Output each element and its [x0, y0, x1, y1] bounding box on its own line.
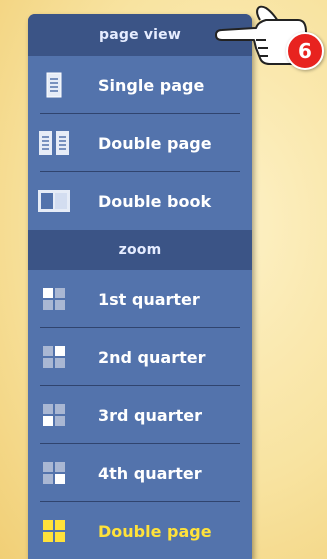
quarter-tr-icon — [28, 345, 80, 369]
menu-item-zoom-double-page[interactable]: Double page — [28, 502, 252, 559]
zoom-header: zoom — [28, 230, 252, 270]
quarter-tl-icon — [28, 287, 80, 311]
menu-item-2nd-quarter[interactable]: 2nd quarter — [28, 328, 252, 386]
menu-item-label: 2nd quarter — [98, 347, 206, 367]
single-page-icon — [28, 71, 80, 99]
menu-item-label: Double book — [98, 191, 212, 211]
quarter-br-icon — [28, 461, 80, 485]
menu-item-label: 4th quarter — [98, 463, 202, 483]
double-page-icon — [28, 129, 80, 157]
menu-item-label: Double page — [98, 521, 212, 541]
menu-item-3rd-quarter[interactable]: 3rd quarter — [28, 386, 252, 444]
step-number-badge: 6 — [286, 32, 324, 70]
view-menu-panel: page view Single page Double page Double… — [28, 14, 252, 559]
menu-item-label: Single page — [98, 75, 205, 95]
menu-item-4th-quarter[interactable]: 4th quarter — [28, 444, 252, 502]
menu-item-double-page[interactable]: Double page — [28, 114, 252, 172]
double-book-icon — [28, 187, 80, 215]
menu-item-label: 3rd quarter — [98, 405, 202, 425]
menu-item-label: Double page — [98, 133, 212, 153]
menu-item-label: 1st quarter — [98, 289, 200, 309]
menu-item-1st-quarter[interactable]: 1st quarter — [28, 270, 252, 328]
quarter-bl-icon — [28, 403, 80, 427]
menu-item-double-book[interactable]: Double book — [28, 172, 252, 230]
full-grid-icon — [28, 519, 80, 543]
